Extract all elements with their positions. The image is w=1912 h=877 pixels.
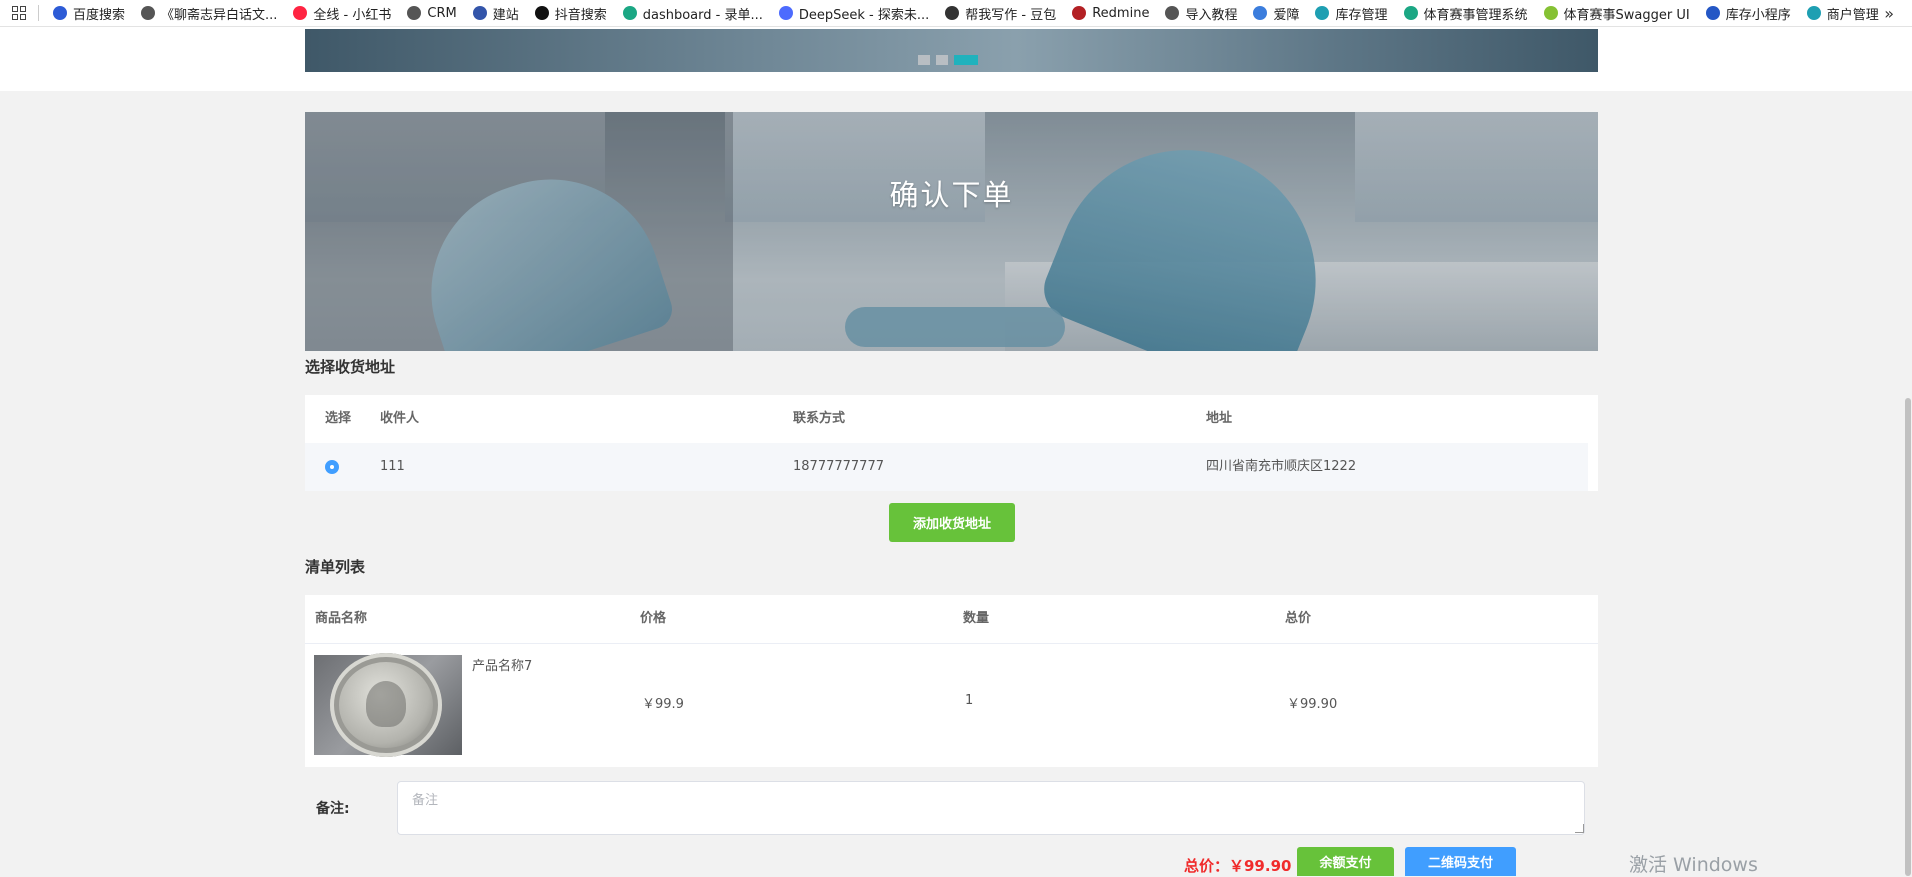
miniapp-icon [1705, 6, 1720, 20]
bookmark-label: 爱障 [1273, 7, 1300, 23]
product-total: ￥99.90 [1287, 697, 1338, 712]
page-scrollbar[interactable] [1905, 398, 1911, 876]
items-table-header: 商品名称 价格 数量 总价 [305, 595, 1598, 644]
bookmark-item[interactable]: dashboard - 录单... [622, 4, 763, 23]
address-radio[interactable] [325, 460, 339, 474]
balance-pay-button[interactable]: 余额支付 [1297, 847, 1394, 876]
col-name: 商品名称 [315, 611, 368, 626]
bookmark-item[interactable]: 商户管理 [1806, 4, 1879, 23]
table-row[interactable]: 111 18777777777 四川省南充市顺庆区1222 [305, 443, 1588, 491]
bookmark-item[interactable]: 导入教程 [1165, 4, 1237, 23]
remark-textarea[interactable] [397, 781, 1585, 835]
product-name: 产品名称7 [472, 659, 533, 674]
bookmark-item[interactable]: 百度搜索 [53, 4, 125, 23]
receiver-cell: 111 [380, 459, 405, 474]
address-cell: 四川省南充市顺庆区1222 [1206, 459, 1357, 474]
total-price: 总价：￥99.90 [1184, 857, 1292, 875]
bookmark-label: 库存管理 [1335, 7, 1388, 23]
bookmark-label: CRM [427, 5, 457, 21]
bookmark-item[interactable]: 帮我写作 - 豆包 [945, 4, 1056, 23]
sports-icon [1403, 6, 1418, 20]
bookmark-item[interactable]: Redmine [1072, 6, 1149, 21]
product-price: ￥99.9 [642, 697, 684, 712]
chevron-double-right-icon[interactable]: » [1884, 4, 1894, 23]
bookmark-label: 百度搜索 [73, 7, 126, 23]
inventory-icon [1315, 6, 1330, 20]
carousel-indicators [918, 55, 978, 65]
bookmark-label: dashboard - 录单... [642, 7, 763, 23]
page-title: 确认下单 [889, 178, 1014, 212]
globe-icon [407, 6, 422, 20]
carousel-dot-2[interactable] [936, 55, 948, 65]
col-price: 价格 [640, 611, 667, 626]
bookmark-item[interactable]: CRM [407, 5, 457, 21]
bookmark-item[interactable]: 建站 [472, 4, 519, 23]
product-quantity: 1 [965, 693, 974, 708]
bookmark-item[interactable]: 《聊斋志异白话文... [141, 4, 277, 23]
dashboard-icon [622, 6, 637, 20]
col-quantity: 数量 [963, 611, 990, 626]
merchant-icon [1806, 6, 1821, 20]
col-receiver: 收件人 [380, 411, 420, 426]
bookmarks-list: 百度搜索 《聊斋志异白话文... 全线 - 小红书 CRM 建站 抖音搜索 dashboar… [53, 4, 1895, 23]
globe-icon [1165, 6, 1180, 20]
col-phone: 联系方式 [793, 411, 846, 426]
redmine-icon [1072, 6, 1087, 20]
apps-grid-icon[interactable] [12, 6, 26, 20]
deepseek-icon [778, 6, 793, 20]
add-address-button[interactable]: 添加收货地址 [889, 503, 1015, 542]
carousel-dot-1[interactable] [918, 55, 930, 65]
bookmark-label: DeepSeek - 探索未... [798, 7, 930, 23]
site-icon [472, 6, 487, 20]
doubao-icon [945, 6, 960, 20]
carousel-banner[interactable] [305, 29, 1598, 72]
bookmark-item[interactable]: 体育赛事Swagger UI [1543, 4, 1690, 23]
bookmark-item[interactable]: 爱障 [1253, 4, 1299, 23]
phone-cell: 18777777777 [793, 459, 884, 474]
bookmark-label: 体育赛事Swagger UI [1563, 7, 1690, 23]
bookmark-item[interactable]: 体育赛事管理系统 [1403, 4, 1528, 23]
col-total: 总价 [1285, 611, 1312, 626]
bookmark-item[interactable]: 抖音搜索 [534, 4, 607, 23]
windows-activation-watermark: 激活 Windows [1629, 854, 1758, 876]
product-image [314, 653, 462, 757]
bookmark-label: 导入教程 [1185, 7, 1238, 23]
items-section-title: 清单列表 [305, 558, 366, 576]
bookmark-label: 体育赛事管理系统 [1423, 7, 1528, 23]
qr-pay-button[interactable]: 二维码支付 [1405, 847, 1516, 876]
bookmark-label: 商户管理 [1826, 7, 1879, 23]
globe-icon [141, 6, 156, 20]
bookmarks-separator [38, 5, 39, 21]
bookmark-item[interactable]: DeepSeek - 探索未... [778, 4, 930, 23]
bookmark-label: 《聊斋志异白话文... [161, 7, 278, 23]
douyin-icon [534, 6, 549, 20]
swagger-icon [1543, 6, 1558, 20]
bookmark-label: 建站 [492, 7, 519, 23]
bookmark-item[interactable]: 库存小程序 [1705, 4, 1791, 23]
items-table: 商品名称 价格 数量 总价 产品名称7 ￥99.9 1 ￥99.90 [305, 595, 1598, 767]
bookmark-label: 全线 - 小红书 [313, 7, 392, 23]
aizhang-icon [1253, 6, 1268, 20]
carousel-dot-3[interactable] [954, 55, 978, 65]
xiaohongshu-icon [293, 6, 308, 20]
table-row: 产品名称7 ￥99.9 1 ￥99.90 [305, 643, 1598, 765]
bookmark-item[interactable]: 全线 - 小红书 [293, 4, 391, 23]
address-table-header: 选择 收件人 联系方式 地址 [305, 395, 1598, 443]
address-section-title: 选择收货地址 [305, 358, 396, 376]
address-table: 选择 收件人 联系方式 地址 111 18777777777 四川省南充市顺庆区… [305, 395, 1598, 491]
bookmark-label: 抖音搜索 [554, 7, 607, 23]
resize-grip-icon[interactable] [1575, 824, 1584, 833]
bookmark-item[interactable]: 库存管理 [1315, 4, 1388, 23]
hero-banner: 确认下单 [305, 112, 1598, 351]
bookmarks-bar: 百度搜索 《聊斋志异白话文... 全线 - 小红书 CRM 建站 抖音搜索 dashboar… [0, 0, 1912, 27]
bookmark-label: Redmine [1092, 5, 1150, 21]
baidu-icon [53, 6, 67, 20]
col-address: 地址 [1206, 411, 1233, 426]
col-select: 选择 [325, 411, 352, 426]
bookmark-label: 帮我写作 - 豆包 [965, 7, 1057, 23]
remark-label: 备注: [316, 801, 350, 817]
bookmark-label: 库存小程序 [1725, 7, 1791, 23]
